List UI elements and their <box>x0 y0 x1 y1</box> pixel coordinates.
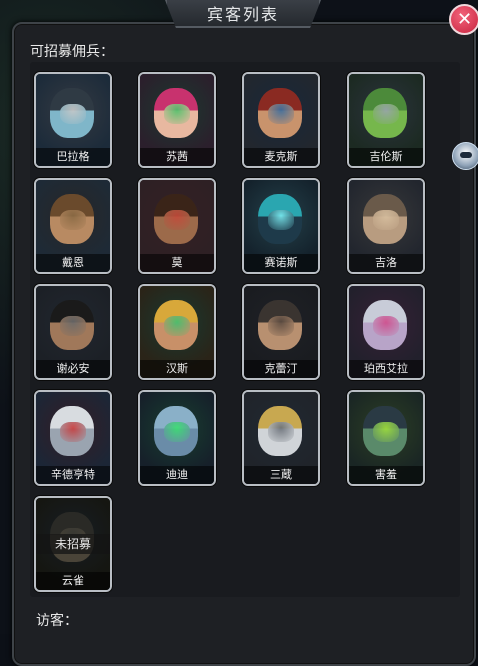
mercenary-name: 汉斯 <box>140 360 214 378</box>
mercenary-card[interactable]: 害羞 <box>347 390 425 486</box>
mercenary-name: 珀西艾拉 <box>349 360 423 378</box>
mercenary-name: 辛德亨特 <box>36 466 110 484</box>
mercenary-card[interactable]: 克蕾汀 <box>242 284 320 380</box>
mercenary-card[interactable]: 吉洛 <box>347 178 425 274</box>
window-title: 宾客列表 <box>206 5 279 24</box>
mercenary-name: 赛诺斯 <box>244 254 318 272</box>
mercenary-card[interactable]: 苏茜 <box>138 72 216 168</box>
close-button[interactable]: ✕ <box>449 4 478 35</box>
mercenary-name: 云雀 <box>36 572 110 590</box>
mercenary-name: 吉伦斯 <box>349 148 423 166</box>
mercenary-name: 谢必安 <box>36 360 110 378</box>
mercenary-card[interactable]: 赛诺斯 <box>242 178 320 274</box>
visitors-label: 访客： <box>36 613 78 629</box>
mercenary-card[interactable]: 三蔵 <box>242 390 320 486</box>
mercenary-name: 三蔵 <box>244 466 318 484</box>
mercenary-card[interactable]: 麦克斯 <box>242 72 320 168</box>
mercenary-card[interactable]: 汉斯 <box>138 284 216 380</box>
title-tab: 宾客列表 <box>165 0 321 28</box>
mercenary-card[interactable]: 巴拉格 <box>34 72 112 168</box>
mercenary-card[interactable]: 戴恩 <box>34 178 112 274</box>
mercenary-card[interactable]: 未招募 云雀 <box>34 496 112 592</box>
mercenary-name: 吉洛 <box>349 254 423 272</box>
mercenary-name: 克蕾汀 <box>244 360 318 378</box>
ufo-icon[interactable] <box>452 142 478 170</box>
mercenary-name: 麦克斯 <box>244 148 318 166</box>
mercenary-name: 迪迪 <box>140 466 214 484</box>
mercenary-card[interactable]: 谢必安 <box>34 284 112 380</box>
guest-list-panel: 可招募佣兵： 巴拉格 苏茜 麦克斯 吉伦斯戴恩 莫 赛诺斯 吉洛谢必安 汉斯 克蕾汀 珀西艾拉辛德… <box>12 22 476 666</box>
mercenary-card[interactable]: 珀西艾拉 <box>347 284 425 380</box>
mercenary-card[interactable]: 辛德亨特 <box>34 390 112 486</box>
recruit-status: 未招募 <box>36 534 110 554</box>
mercenary-name: 苏茜 <box>140 148 214 166</box>
mercenary-name: 害羞 <box>349 466 423 484</box>
mercenary-card[interactable]: 迪迪 <box>138 390 216 486</box>
mercenary-name: 莫 <box>140 254 214 272</box>
close-icon: ✕ <box>456 8 473 30</box>
mercenary-name: 戴恩 <box>36 254 110 272</box>
mercenary-name: 巴拉格 <box>36 148 110 166</box>
mercenary-card[interactable]: 莫 <box>138 178 216 274</box>
recruitable-label: 可招募佣兵： <box>30 44 114 60</box>
mercenary-grid: 巴拉格 苏茜 麦克斯 吉伦斯戴恩 莫 赛诺斯 吉洛谢必安 汉斯 克蕾汀 珀西艾拉辛德亨特 迪迪 三蔵 害… <box>30 62 460 597</box>
mercenary-card[interactable]: 吉伦斯 <box>347 72 425 168</box>
